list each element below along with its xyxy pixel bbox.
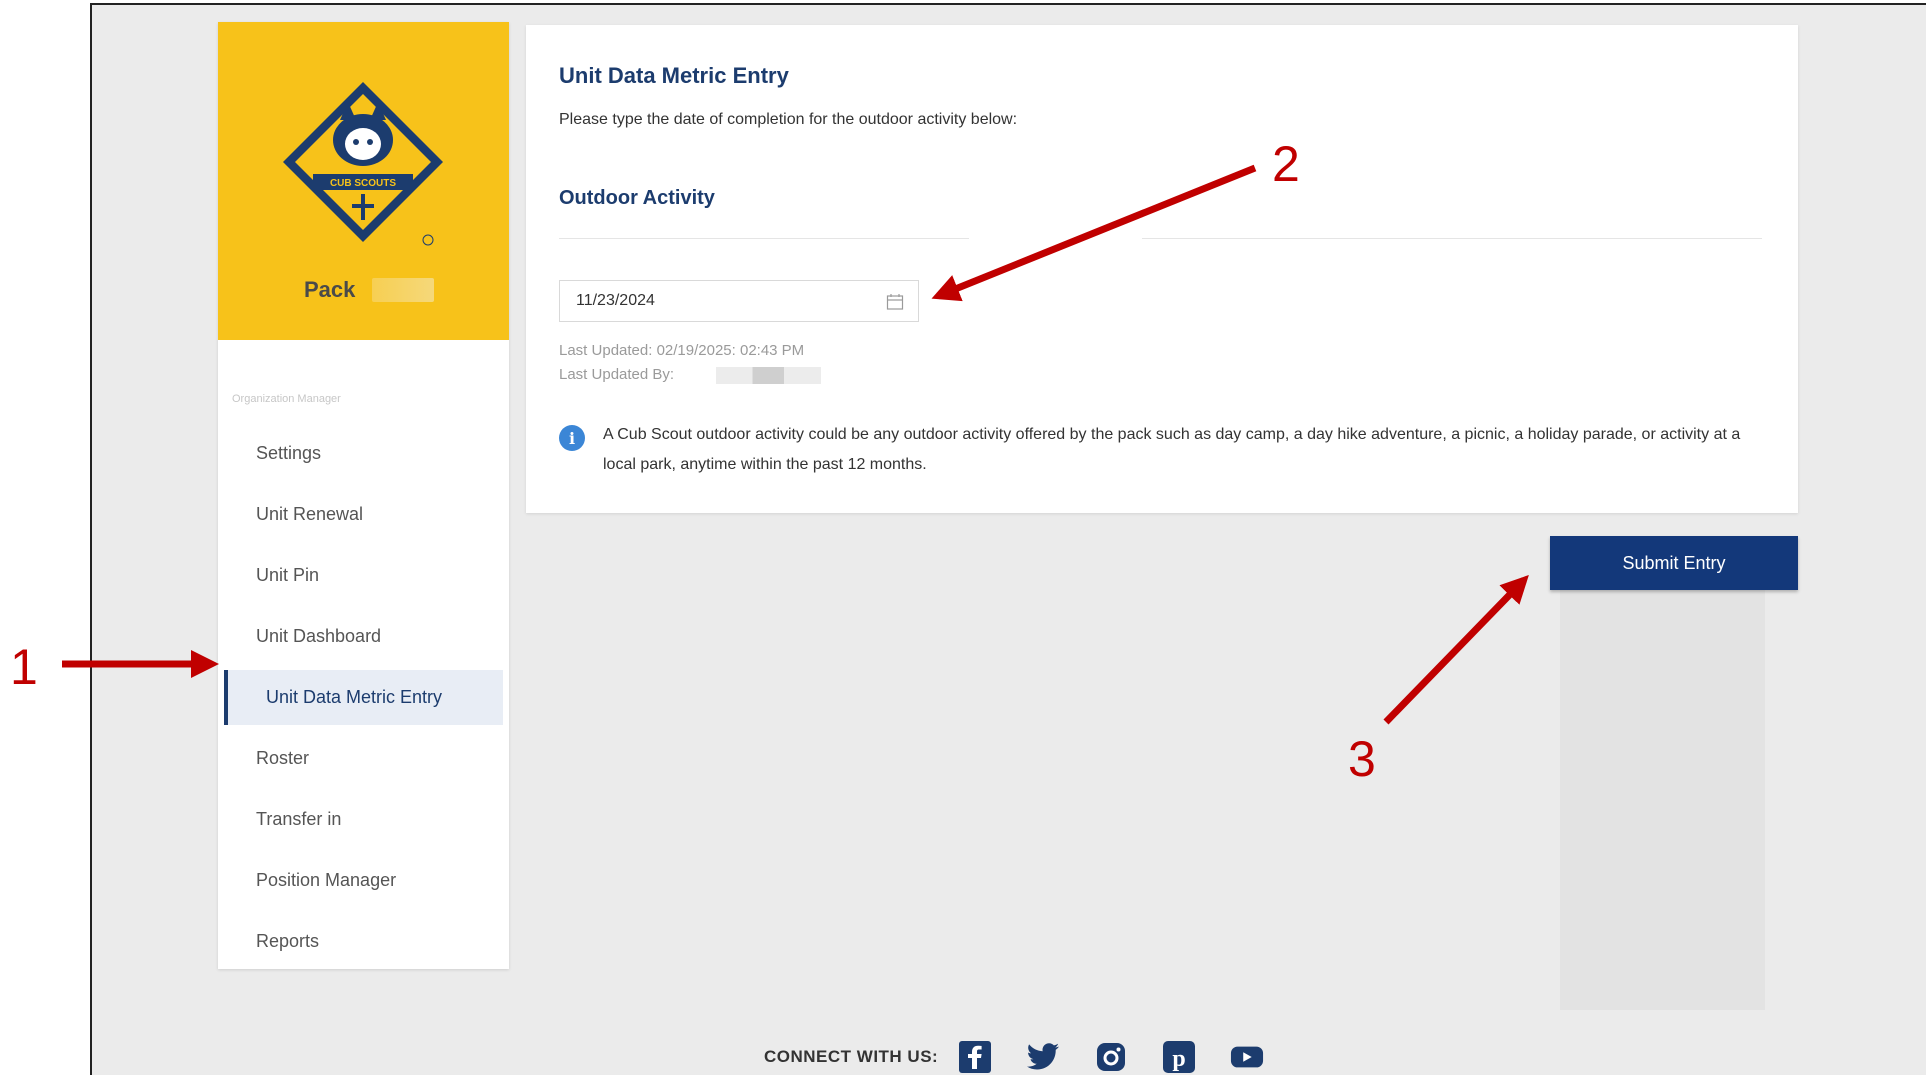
annotation-number-2: 2 (1272, 136, 1300, 192)
annotation-arrows (62, 164, 1529, 725)
annotation-number-1: 1 (10, 639, 38, 695)
annotation-arrow-3 (1383, 574, 1529, 725)
annotation-number-3: 3 (1348, 731, 1376, 787)
annotation-arrow-2 (931, 164, 1257, 302)
